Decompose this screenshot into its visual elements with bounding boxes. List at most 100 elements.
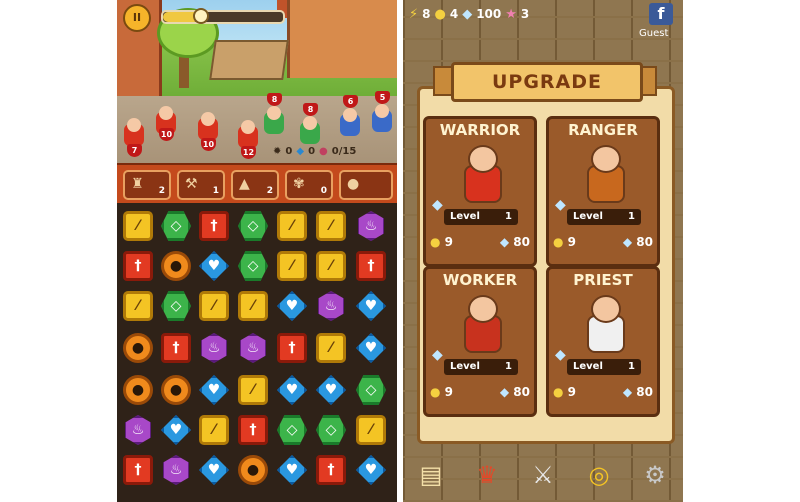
tool-food[interactable]: ● [339,170,393,200]
gem-blue-heart[interactable]: ♥ [277,455,307,485]
gem-orange-bomb[interactable]: ● [161,251,191,281]
gem-blue-heart[interactable]: ♥ [356,455,386,485]
coins-icon[interactable]: ◎ [579,455,619,495]
gem-purple-cake[interactable]: ♨ [163,455,189,485]
tool-hammer[interactable]: ⚒ 1 [177,170,225,200]
gem-yellow-gun[interactable]: ⁄ [316,333,346,363]
tool-wheat[interactable]: ✾ 0 [285,170,333,200]
upgrade-card-ranger[interactable]: RANGER ◆ Level 1 ● 9 ◆ 80 [546,116,660,267]
gem-yellow-gun[interactable]: ⁄ [123,211,153,241]
coin-cost-button[interactable]: ● 9 [553,385,576,399]
coin-count: 4 [449,7,459,21]
ally-unit[interactable]: 10 [153,106,179,141]
gem-blue-heart[interactable]: ♥ [356,333,386,363]
upgrade-card-worker[interactable]: WORKER ◆ Level 1 ● 9 ◆ 80 [423,266,537,417]
gem-yellow-gun[interactable]: ⁄ [123,291,153,321]
gem-blue-heart[interactable]: ♥ [199,375,229,405]
upgrade-card-warrior[interactable]: WARRIOR ◆ Level 1 ● 9 ◆ 80 [423,116,537,267]
gem-cost: 80 [513,235,530,249]
gem-red-sword[interactable]: † [277,333,307,363]
diamond-icon: ◆ [622,385,637,399]
tool-count: 2 [266,186,273,196]
gem-purple-cake[interactable]: ♨ [125,415,151,445]
gem-green-gem[interactable]: ◇ [161,291,191,321]
gem-blue-heart[interactable]: ♥ [356,291,386,321]
gem-blue-heart[interactable]: ♥ [199,251,229,281]
facebook-button[interactable]: f [649,3,673,25]
gem-green-gem[interactable]: ◇ [238,211,268,241]
gem-red-sword[interactable]: † [161,333,191,363]
wave-progress-bar [161,8,285,24]
gem-yellow-gun[interactable]: ⁄ [277,211,307,241]
gem-green-gem[interactable]: ◇ [277,415,307,445]
card-title: WARRIOR [439,121,521,139]
gem-yellow-gun[interactable]: ⁄ [238,375,268,405]
level-value: 1 [628,211,635,222]
gem-yellow-gun[interactable]: ⁄ [356,415,386,445]
gem-orange-bomb[interactable]: ● [123,333,153,363]
unit-head [127,118,141,132]
sword-upgrade-icon[interactable]: ⚔ [523,455,563,495]
gem-cost-button[interactable]: ◆ 80 [623,385,653,399]
gem-green-gem[interactable]: ◇ [316,415,346,445]
gem-yellow-gun[interactable]: ⁄ [316,211,346,241]
gem-yellow-gun[interactable]: ⁄ [316,251,346,281]
gem-red-sword[interactable]: † [238,415,268,445]
gem-red-sword[interactable]: † [356,251,386,281]
gem-green-gem[interactable]: ◇ [161,211,191,241]
gem-cost: 80 [513,385,530,399]
gem-cost-button[interactable]: ◆ 80 [500,235,530,249]
tool-worker-bag[interactable]: ♜ 2 [123,170,171,200]
gem-yellow-gun[interactable]: ⁄ [277,251,307,281]
gem-blue-heart[interactable]: ♥ [277,291,307,321]
gem-purple-cake[interactable]: ♨ [240,333,266,363]
unit-head [267,106,281,120]
gem-green-gem[interactable]: ◇ [356,375,386,405]
gem-cost-button[interactable]: ◆ 80 [500,385,530,399]
ally-unit[interactable]: 10 [195,112,221,151]
gem-red-sword[interactable]: † [199,211,229,241]
coin-cost-button[interactable]: ● 9 [430,385,453,399]
level-display: Level 1 [444,209,518,225]
gem-orange-bomb[interactable]: ● [161,375,191,405]
gem-yellow-gun[interactable]: ⁄ [199,291,229,321]
pause-button[interactable]: II [123,4,151,32]
gem-blue-heart[interactable]: ♥ [316,375,346,405]
gem-purple-cake[interactable]: ♨ [318,291,344,321]
gem-blue-heart[interactable]: ♥ [199,455,229,485]
enemy-unit[interactable]: 6 [337,95,363,138]
gem-yellow-gun[interactable]: ⁄ [199,415,229,445]
gem-orange-bomb[interactable]: ● [123,375,153,405]
gem-green-gem[interactable]: ◇ [238,251,268,281]
gem-purple-cake[interactable]: ♨ [358,211,384,241]
coin-cost-button[interactable]: ● 9 [553,235,576,249]
card-title: RANGER [568,121,638,139]
tool-anvil[interactable]: ▲ 2 [231,170,279,200]
unit-portrait-head [591,295,621,323]
gear-icon[interactable]: ⚙ [635,455,675,495]
ally-unit[interactable]: 12 [235,120,261,159]
gem-red-sword[interactable]: † [123,455,153,485]
gem-orange-bomb[interactable]: ● [238,455,268,485]
gem-blue-heart[interactable]: ♥ [277,375,307,405]
coin-icon: ● [430,385,445,399]
card-title: WORKER [442,271,518,289]
ally-unit[interactable]: 7 [121,118,147,157]
upgrade-card-priest[interactable]: PRIEST ◆ Level 1 ● 9 ◆ 80 [546,266,660,417]
gem-cost-button[interactable]: ◆ 80 [623,235,653,249]
gem-yellow-gun[interactable]: ⁄ [238,291,268,321]
gem-red-sword[interactable]: † [123,251,153,281]
coin-cost-button[interactable]: ● 9 [430,235,453,249]
map-icon[interactable]: ▤ [411,455,451,495]
unit-portrait [579,293,629,353]
diamond-icon: ◆ [499,385,514,399]
enemy-unit[interactable]: 8 [261,93,287,136]
gem-purple-cake[interactable]: ♨ [201,333,227,363]
gem-red-sword[interactable]: † [316,455,346,485]
crown-icon[interactable]: ♛ [467,455,507,495]
gem-blue-heart[interactable]: ♥ [161,415,191,445]
diamond-icon: ◆ [499,235,514,249]
enemy-unit[interactable]: 5 [369,91,395,134]
enemy-unit[interactable]: 8 [297,103,323,146]
card-title: PRIEST [573,271,633,289]
